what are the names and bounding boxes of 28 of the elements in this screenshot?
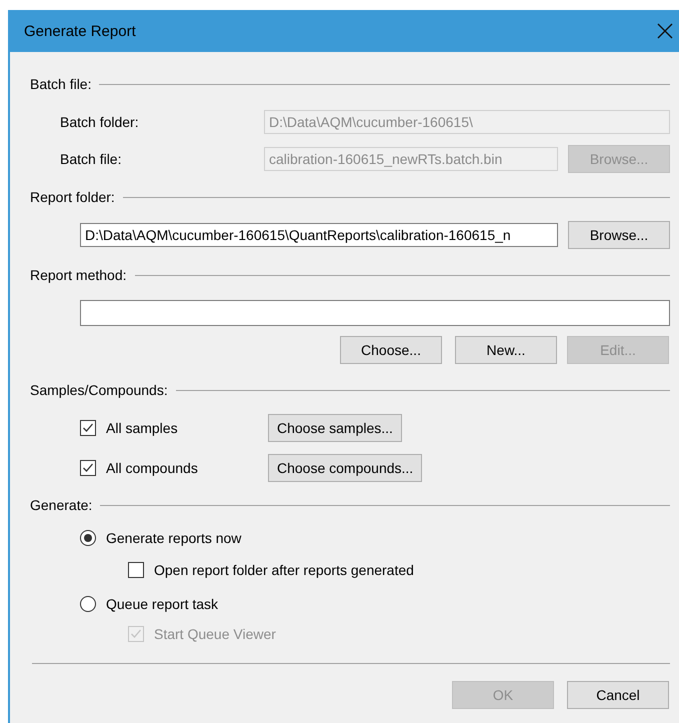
field-label: Batch folder:	[59, 114, 140, 130]
method-button[interactable]: New...	[455, 336, 557, 364]
checkbox[interactable]	[80, 420, 96, 436]
method-button[interactable]: Choose...	[340, 336, 442, 364]
checkbox-label: Start Queue Viewer	[154, 626, 276, 642]
radio-label: Queue report task	[106, 596, 218, 612]
field-label: Batch file:	[59, 151, 122, 167]
checkbox-label: Open report folder after reports generated	[154, 562, 414, 578]
radio-button[interactable]	[80, 530, 96, 546]
checkbox[interactable]	[80, 460, 96, 476]
section-heading: Generate:	[30, 497, 92, 513]
browse-button[interactable]: Browse...	[568, 221, 670, 249]
checkbox-label: All samples	[106, 420, 179, 436]
choose-button[interactable]: Choose compounds...	[268, 454, 422, 482]
input-field[interactable]: D:\Data\AQM\cucumber-160615\QuantReports\calibration-160615_n	[80, 223, 558, 247]
section-heading: Samples/Compounds:	[30, 382, 168, 398]
input-field[interactable]	[80, 300, 670, 326]
radio-button[interactable]	[80, 596, 96, 612]
window-title: Generate Report	[24, 22, 136, 40]
radio-label: Generate reports now	[106, 530, 242, 546]
section-heading: Report method:	[30, 267, 126, 283]
section-heading: Batch file:	[30, 76, 92, 92]
dialog-button[interactable]: Cancel	[567, 681, 669, 709]
checkbox[interactable]	[128, 562, 144, 578]
close-icon[interactable]	[657, 23, 673, 39]
section-heading: Report folder:	[30, 189, 115, 205]
choose-button[interactable]: Choose samples...	[268, 414, 402, 442]
checkbox-label: All compounds	[106, 460, 199, 476]
